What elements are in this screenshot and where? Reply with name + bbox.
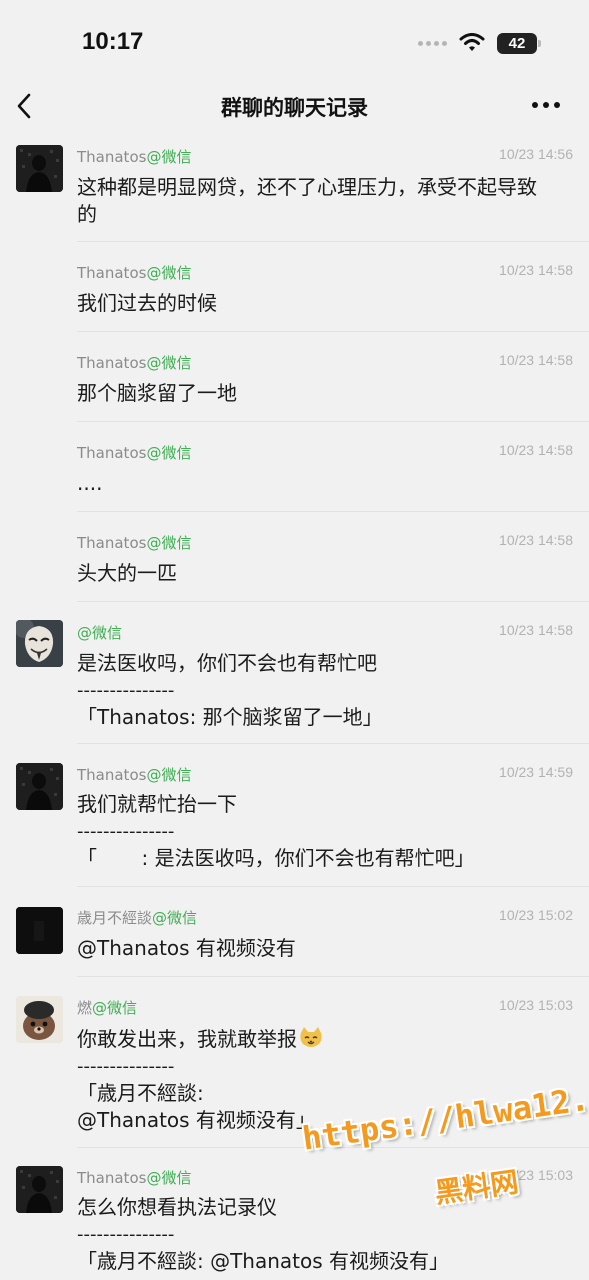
message-time: 10/23 15:03 xyxy=(499,997,573,1013)
signal-icon xyxy=(418,40,447,46)
status-time: 10:17 xyxy=(82,28,144,55)
sender-name: Thanatos xyxy=(77,534,147,552)
quote-separator: --------------- xyxy=(77,1224,175,1245)
sender-name: Thanatos xyxy=(77,444,147,462)
message-text: 是法医收吗，你们不会也有帮忙吧 --------------- 「Thanato… xyxy=(77,650,571,731)
quote-separator: --------------- xyxy=(77,1056,175,1077)
sender-source: @微信 xyxy=(146,444,192,462)
message-item[interactable]: Thanatos@微信 10/23 14:59 我们就帮忙抬一下 --------… xyxy=(0,744,589,886)
message-item[interactable]: Thanatos@微信 10/23 14:58 我们过去的时候 xyxy=(0,242,589,331)
sender-source: @微信 xyxy=(146,766,192,784)
message-text: .... xyxy=(77,471,103,495)
sender-source: @微信 xyxy=(146,1169,192,1187)
avatar[interactable] xyxy=(16,145,63,192)
quote-text: @Thanatos 有视频没有」 xyxy=(77,1108,316,1132)
wifi-icon xyxy=(459,33,485,51)
message-time: 10/23 14:58 xyxy=(499,532,573,548)
sender-name: Thanatos xyxy=(77,766,147,784)
message-item[interactable]: Thanatos@微信 10/23 15:03 怎么你想看执法记录仪 ------… xyxy=(0,1148,589,1280)
quote-text: 「歳月不經談: @Thanatos 有视频没有」 xyxy=(77,1249,450,1273)
quote-text: 「歳月不經談: xyxy=(77,1081,204,1105)
cat-face-emoji xyxy=(300,1027,322,1047)
message-text: 这种都是明显网贷，还不了心理压力，承受不起导致 的 xyxy=(77,175,537,226)
sender-name: 歳月不經談 xyxy=(77,909,153,927)
message-text: 那个脑浆留了一地 xyxy=(77,381,237,405)
message-item[interactable]: 燃@微信 10/23 15:03 你敢发出来，我就敢举报 ------------… xyxy=(0,977,589,1147)
sender-source: @微信 xyxy=(92,999,138,1017)
message-time: 10/23 15:03 xyxy=(499,1167,573,1183)
message-text: 我们就帮忙抬一下 --------------- 「 : 是法医收吗，你们不会也… xyxy=(77,791,571,872)
message-text: 怎么你想看执法记录仪 --------------- 「歳月不經談: @Than… xyxy=(77,1194,571,1275)
sender-source: @微信 xyxy=(77,624,123,642)
sender-name: 燃 xyxy=(77,999,93,1017)
avatar[interactable] xyxy=(16,1166,63,1213)
avatar[interactable] xyxy=(16,620,63,667)
sender-source: @微信 xyxy=(146,264,192,282)
message-item[interactable]: Thanatos@微信 10/23 14:58 .... xyxy=(0,422,589,511)
avatar[interactable] xyxy=(16,763,63,810)
message-text: 你敢发出来，我就敢举报 --------------- 「歳月不經談: @Tha… xyxy=(77,1026,571,1134)
message-time: 10/23 14:56 xyxy=(499,146,573,162)
more-dots-icon[interactable] xyxy=(532,102,560,110)
sender-source: @微信 xyxy=(152,909,198,927)
message-text: 头大的一匹 xyxy=(77,561,177,585)
quote-separator: --------------- xyxy=(77,821,175,842)
sender-name: Thanatos xyxy=(77,354,147,372)
message-item[interactable]: 歳月不經談@微信 10/23 15:02 @Thanatos 有视频没有 xyxy=(0,887,589,976)
message-time: 10/23 15:02 xyxy=(499,907,573,923)
message-time: 10/23 14:59 xyxy=(499,764,573,780)
page-title: 群聊的聊天记录 xyxy=(221,96,368,120)
message-item[interactable]: @微信 10/23 14:58 是法医收吗，你们不会也有帮忙吧 ---------… xyxy=(0,602,589,743)
message-time: 10/23 14:58 xyxy=(499,352,573,368)
message-text: 我们过去的时候 xyxy=(77,291,217,315)
battery-icon: 42 xyxy=(497,32,541,54)
avatar[interactable] xyxy=(16,996,63,1043)
sender-source: @微信 xyxy=(146,534,192,552)
sender-source: @微信 xyxy=(146,148,192,166)
nav-bar: 群聊的聊天记录 xyxy=(0,80,589,132)
avatar[interactable] xyxy=(16,907,63,954)
sender-name: Thanatos xyxy=(77,148,147,166)
quote-separator: --------------- xyxy=(77,680,175,701)
sender-source: @微信 xyxy=(146,354,192,372)
sender-name: Thanatos xyxy=(77,1169,147,1187)
message-time: 10/23 14:58 xyxy=(499,262,573,278)
quote-text: 「 : 是法医收吗，你们不会也有帮忙吧」 xyxy=(77,846,475,870)
status-indicators: 42 xyxy=(418,31,541,55)
message-text: @Thanatos 有视频没有 xyxy=(77,936,296,960)
status-bar: 10:17 42 xyxy=(0,0,589,78)
quote-text: 「Thanatos: 那个脑浆留了一地」 xyxy=(77,705,383,729)
message-time: 10/23 14:58 xyxy=(499,622,573,638)
message-item[interactable]: Thanatos@微信 10/23 14:58 那个脑浆留了一地 xyxy=(0,332,589,421)
message-item[interactable]: Thanatos@微信 10/23 14:58 头大的一匹 xyxy=(0,512,589,601)
message-time: 10/23 14:58 xyxy=(499,442,573,458)
sender-name: Thanatos xyxy=(77,264,147,282)
message-item[interactable]: Thanatos@微信 10/23 14:56 这种都是明显网贷，还不了心理压力，… xyxy=(0,136,589,241)
battery-level: 42 xyxy=(508,34,526,52)
